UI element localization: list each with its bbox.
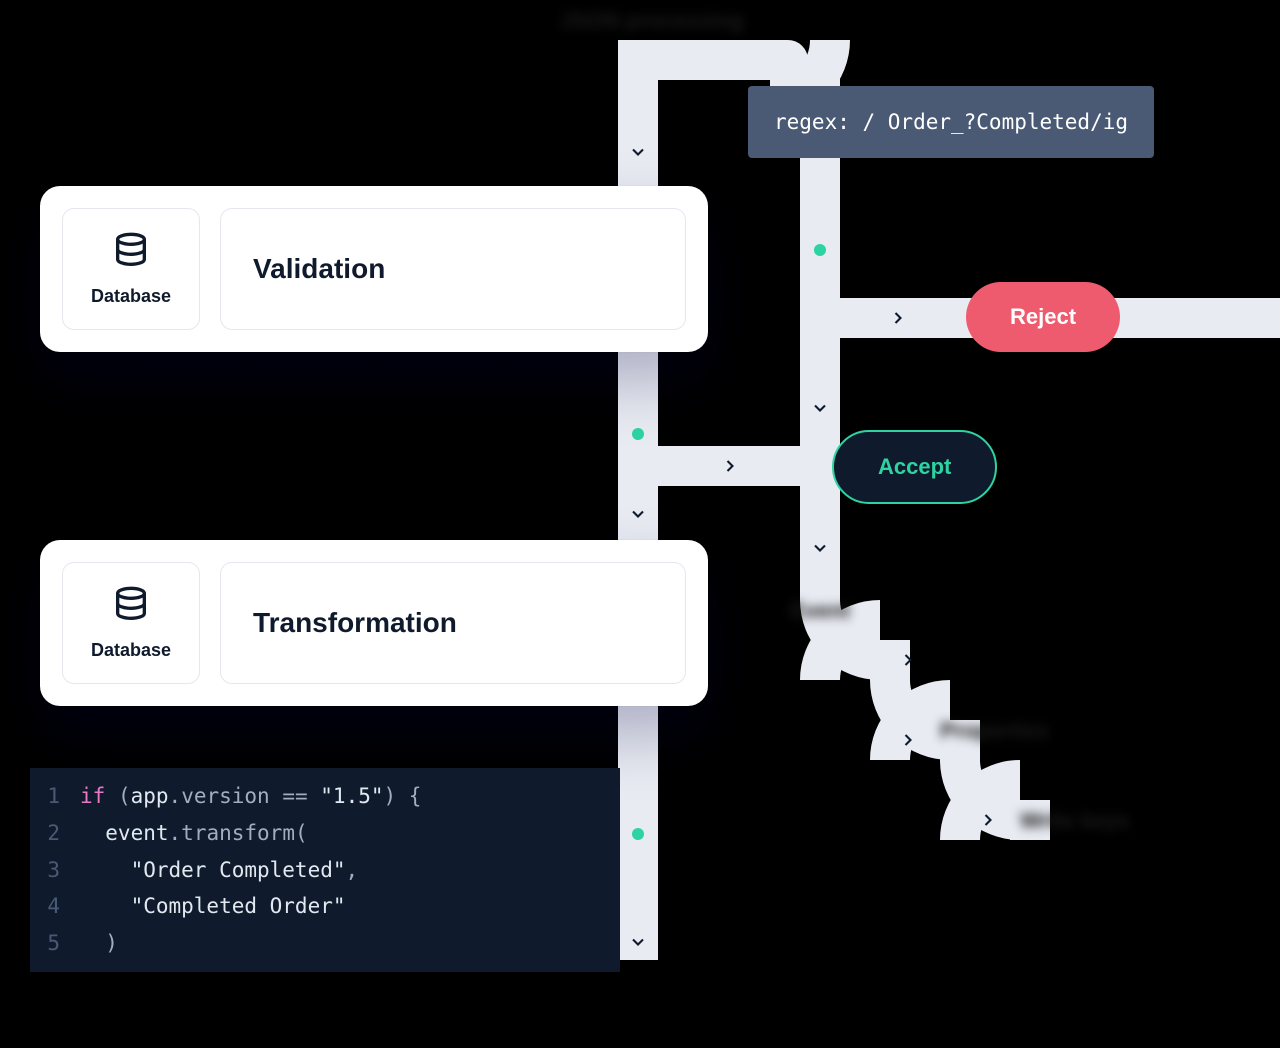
accept-pill: Accept [832,430,997,504]
code-content: if (app.version == "1.5") { [80,778,421,815]
chevron-down-icon [808,536,832,560]
card-body: Transformation [220,562,686,684]
code-block: 1if (app.version == "1.5") {2 event.tran… [30,768,620,972]
code-content: "Order Completed", [80,852,358,889]
chevron-right-icon [976,808,1000,832]
line-number: 2 [30,815,80,852]
code-line: 3 "Order Completed", [30,852,620,889]
chevron-right-icon [896,728,920,752]
status-dot [632,828,644,840]
status-dot [814,244,826,256]
code-content: ) [80,925,118,962]
writekeys-label: Write keys [1020,808,1130,834]
chevron-down-icon [808,396,832,420]
chevron-down-icon [626,930,650,954]
header-label: JSON processing [560,8,743,34]
regex-box: regex: / Order_?Completed/ig [748,86,1154,158]
event-label: Event [790,598,850,624]
card-title: Validation [253,253,385,285]
code-line: 1if (app.version == "1.5") { [30,778,620,815]
transformation-card: Database Transformation [40,540,708,706]
code-line: 2 event.transform( [30,815,620,852]
code-line: 4 "Completed Order" [30,888,620,925]
database-icon [111,231,151,276]
validation-card: Database Validation [40,186,708,352]
properties-label: Properties [940,718,1049,744]
reject-pill: Reject [966,282,1120,352]
line-number: 5 [30,925,80,962]
code-content: event.transform( [80,815,308,852]
card-icon-label: Database [91,286,171,307]
database-icon-block: Database [62,562,200,684]
chevron-right-icon [886,306,910,330]
chevron-right-icon [896,648,920,672]
code-content: "Completed Order" [80,888,346,925]
line-number: 3 [30,852,80,889]
card-body: Validation [220,208,686,330]
status-dot [632,428,644,440]
card-title: Transformation [253,607,457,639]
database-icon [111,585,151,630]
code-line: 5 ) [30,925,620,962]
chevron-down-icon [626,140,650,164]
database-icon-block: Database [62,208,200,330]
line-number: 1 [30,778,80,815]
card-icon-label: Database [91,640,171,661]
chevron-down-icon [626,502,650,526]
chevron-right-icon [718,454,742,478]
line-number: 4 [30,888,80,925]
pipe-main-vertical [618,40,658,960]
